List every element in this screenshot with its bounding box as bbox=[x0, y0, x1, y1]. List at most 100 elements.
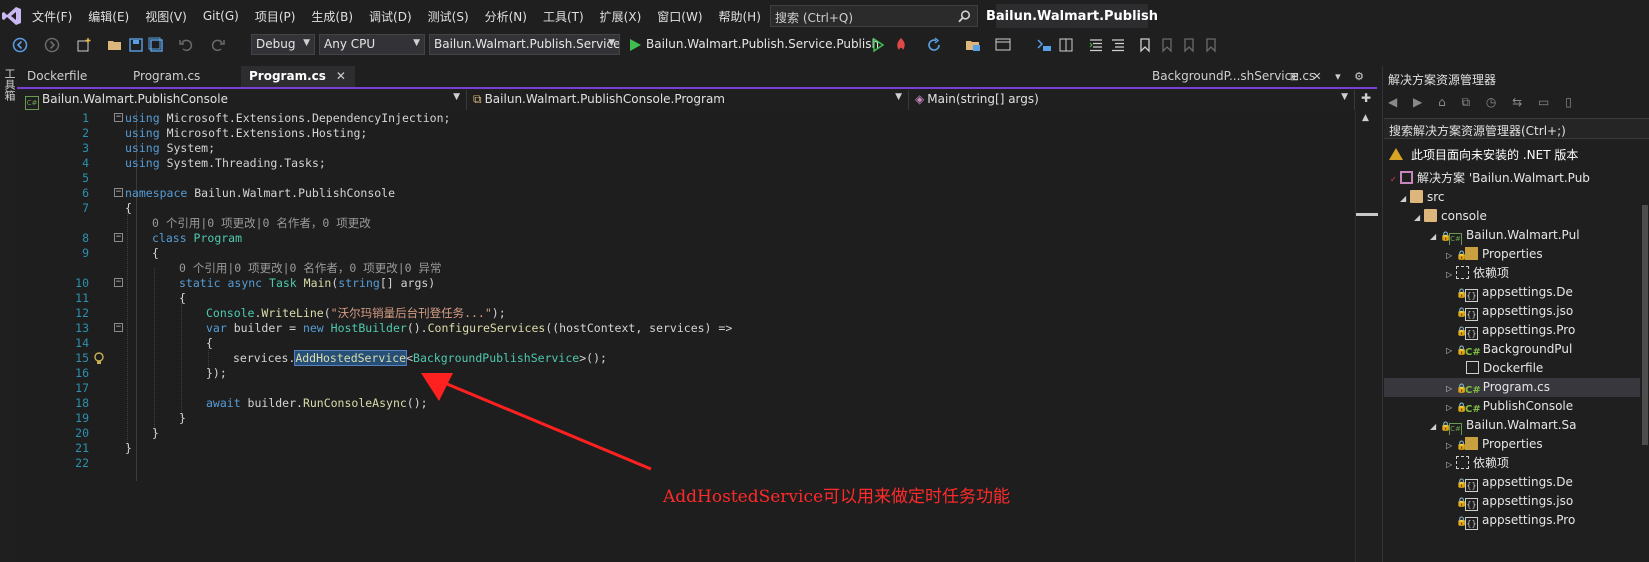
code-editor[interactable]: 1− using Microsoft.Extensions.DependencyI… bbox=[17, 111, 1355, 562]
configuration-value: Debug bbox=[256, 37, 296, 51]
layout-icon[interactable] bbox=[995, 37, 1011, 53]
startup-project-select[interactable]: Bailun.Walmart.Publish.Service.F ▼ bbox=[429, 34, 620, 55]
tree-item-label: PublishConsole bbox=[1482, 399, 1574, 413]
save-all-icon[interactable] bbox=[148, 37, 164, 53]
tree-item-project-sa[interactable]: ◢ 🔒C# Bailun.Walmart.Sa bbox=[1384, 416, 1649, 435]
uncomment-lines-icon[interactable] bbox=[1110, 37, 1126, 53]
menu-view[interactable]: 视图(V) bbox=[137, 8, 195, 25]
tree-item-publishconsole[interactable]: ▷ 🔒C# PublishConsole bbox=[1384, 397, 1649, 416]
tree-item-appsettings-json[interactable]: 🔒{} appsettings.jso bbox=[1384, 302, 1649, 321]
hot-reload-icon[interactable] bbox=[893, 37, 909, 53]
tree-item-program-cs[interactable]: ▷ 🔒C# Program.cs bbox=[1384, 378, 1649, 397]
dependencies-icon bbox=[1456, 456, 1469, 469]
tree-item-appsettings-json-2[interactable]: 🔒{} appsettings.jso bbox=[1384, 492, 1649, 511]
menu-build[interactable]: 生成(B) bbox=[303, 8, 361, 25]
refresh-icon[interactable] bbox=[926, 37, 942, 53]
folder-view-icon[interactable] bbox=[965, 37, 981, 53]
redo-icon[interactable] bbox=[210, 37, 226, 53]
search-placeholder: 搜索 (Ctrl+Q) bbox=[775, 11, 854, 25]
open-folder-icon[interactable] bbox=[107, 37, 123, 53]
solution-explorer-scrollbar[interactable] bbox=[1640, 165, 1649, 562]
bookmark-icon[interactable] bbox=[1137, 37, 1153, 53]
tree-item-dependencies-2[interactable]: ▷ 依赖项 bbox=[1384, 454, 1649, 473]
clear-bookmarks-icon[interactable] bbox=[1203, 37, 1219, 53]
tree-item-label: 解决方案 'Bailun.Walmart.Pub bbox=[1417, 171, 1590, 185]
chevron-down-icon: ▼ bbox=[303, 38, 310, 48]
tree-item-properties[interactable]: ▷ 🔒 Properties bbox=[1384, 245, 1649, 264]
csharp-project-icon: C# bbox=[1449, 233, 1462, 245]
platform-value: Any CPU bbox=[324, 37, 376, 51]
run-target-button[interactable]: Bailun.Walmart.Publish.Service.Publish bbox=[646, 37, 879, 51]
type-value: Bailun.Walmart.PublishConsole.Program bbox=[484, 92, 725, 106]
menu-tools[interactable]: 工具(T) bbox=[535, 8, 592, 25]
tree-item-console[interactable]: ◢ console bbox=[1384, 207, 1649, 226]
tree-item-src[interactable]: ◢ src bbox=[1384, 188, 1649, 207]
platform-select[interactable]: Any CPU ▼ bbox=[319, 34, 425, 55]
collapsed-arrow-icon: ▷ bbox=[1446, 403, 1453, 412]
solution-search-input[interactable]: 搜索解决方案资源管理器(Ctrl+;) bbox=[1384, 118, 1649, 139]
save-icon[interactable] bbox=[128, 37, 144, 53]
window-title: Bailun.Walmart.Publish bbox=[986, 4, 1158, 28]
expand-check-icon: ✓ bbox=[1390, 175, 1397, 184]
tree-item-appsettings-dev-2[interactable]: 🔒{} appsettings.De bbox=[1384, 473, 1649, 492]
tree-item-properties-2[interactable]: ▷ 🔒 Properties bbox=[1384, 435, 1649, 454]
step-icon[interactable] bbox=[1036, 37, 1052, 53]
tree-item-appsettings-prod[interactable]: 🔒{} appsettings.Pro bbox=[1384, 321, 1649, 340]
navigate-forward-icon[interactable] bbox=[44, 37, 60, 53]
menu-help[interactable]: 帮助(H) bbox=[711, 8, 769, 25]
close-tab-icon[interactable]: ✕ bbox=[336, 69, 346, 83]
member-dropdown[interactable]: ◈ Main(string[] args) ▼ bbox=[911, 90, 1355, 110]
collapsed-arrow-icon: ▷ bbox=[1446, 270, 1453, 279]
search-input[interactable]: 搜索 (Ctrl+Q) bbox=[770, 5, 978, 27]
menu-analyze[interactable]: 分析(N) bbox=[477, 8, 535, 25]
tab-program-cs-active[interactable]: Program.cs ✕ bbox=[241, 66, 355, 87]
tree-item-appsettings-prod-2[interactable]: 🔒{} appsettings.Pro bbox=[1384, 511, 1649, 530]
panel-icon[interactable] bbox=[1058, 37, 1074, 53]
menu-extensions[interactable]: 扩展(X) bbox=[592, 8, 650, 25]
tab-dockerfile[interactable]: Dockerfile bbox=[19, 66, 125, 87]
tree-item-dependencies[interactable]: ▷ 依赖项 bbox=[1384, 264, 1649, 283]
next-bookmark-icon[interactable] bbox=[1181, 37, 1197, 53]
menu-project[interactable]: 项目(P) bbox=[247, 8, 304, 25]
navigate-back-icon[interactable] bbox=[12, 37, 28, 53]
file-icon bbox=[1466, 361, 1479, 374]
comment-lines-icon[interactable] bbox=[1088, 37, 1104, 53]
toolbox-strip[interactable]: 工具箱 bbox=[0, 66, 16, 562]
prev-bookmark-icon[interactable] bbox=[1159, 37, 1175, 53]
start-without-debugging-icon[interactable] bbox=[870, 37, 886, 53]
csharp-project-icon: C# bbox=[25, 96, 39, 110]
tab-background-publish-service[interactable]: BackgroundP...shService.cs bbox=[1144, 66, 1315, 87]
lock-icon: 🔒 bbox=[1456, 346, 1468, 356]
properties-icon bbox=[1465, 247, 1478, 260]
tree-item-project-publishconsole[interactable]: ◢ 🔒C# Bailun.Walmart.Pul bbox=[1384, 226, 1649, 245]
warning-banner[interactable]: 此项目面向未安装的 .NET 版本 bbox=[1384, 143, 1649, 165]
menu-edit[interactable]: 编辑(E) bbox=[80, 8, 137, 25]
tree-item-label: 依赖项 bbox=[1473, 456, 1510, 470]
tab-tools-icons[interactable]: ⊞ ✕ ▾ ⚙ bbox=[1290, 70, 1369, 83]
menu-git[interactable]: Git(G) bbox=[195, 9, 247, 23]
tree-item-solution[interactable]: ✓ 解决方案 'Bailun.Walmart.Pub bbox=[1384, 169, 1649, 188]
menu-debug[interactable]: 调试(D) bbox=[361, 8, 420, 25]
tree-item-dockerfile[interactable]: Dockerfile bbox=[1384, 359, 1649, 378]
configuration-select[interactable]: Debug ▼ bbox=[251, 34, 315, 55]
tree-item-appsettings-dev[interactable]: 🔒{} appsettings.De bbox=[1384, 283, 1649, 302]
scrollbar-thumb[interactable] bbox=[1642, 205, 1648, 445]
document-tabs: Dockerfile Program.cs Program.cs ✕ Backgr… bbox=[17, 66, 1377, 89]
solution-icon bbox=[1400, 171, 1413, 184]
collapsed-arrow-icon: ▷ bbox=[1446, 460, 1453, 469]
menu-test[interactable]: 测试(S) bbox=[420, 8, 477, 25]
start-debugging-icon[interactable] bbox=[627, 37, 643, 53]
menu-window[interactable]: 窗口(W) bbox=[649, 8, 710, 25]
solution-explorer-toolbar[interactable]: ◀ ▶ ⌂ ⧉ ◷ ⇆ ▭ ▯ bbox=[1388, 95, 1578, 110]
editor-scrollbar[interactable]: ▲ bbox=[1355, 111, 1378, 562]
menu-file[interactable]: 文件(F) bbox=[24, 8, 80, 25]
project-dropdown[interactable]: C# Bailun.Walmart.PublishConsole ▼ bbox=[21, 90, 467, 110]
split-editor-icon[interactable]: ✚ bbox=[1361, 91, 1371, 105]
tree-item-backgroundpublish[interactable]: ▷ 🔒C# BackgroundPul bbox=[1384, 340, 1649, 359]
type-dropdown[interactable]: ⧉ Bailun.Walmart.PublishConsole.Program ▼ bbox=[469, 90, 909, 110]
new-project-icon[interactable] bbox=[76, 37, 92, 53]
undo-icon[interactable] bbox=[178, 37, 194, 53]
tab-program-cs-1[interactable]: Program.cs bbox=[125, 66, 241, 87]
scroll-up-icon[interactable]: ▲ bbox=[1362, 113, 1369, 123]
tree-item-label: BackgroundPul bbox=[1482, 342, 1573, 356]
